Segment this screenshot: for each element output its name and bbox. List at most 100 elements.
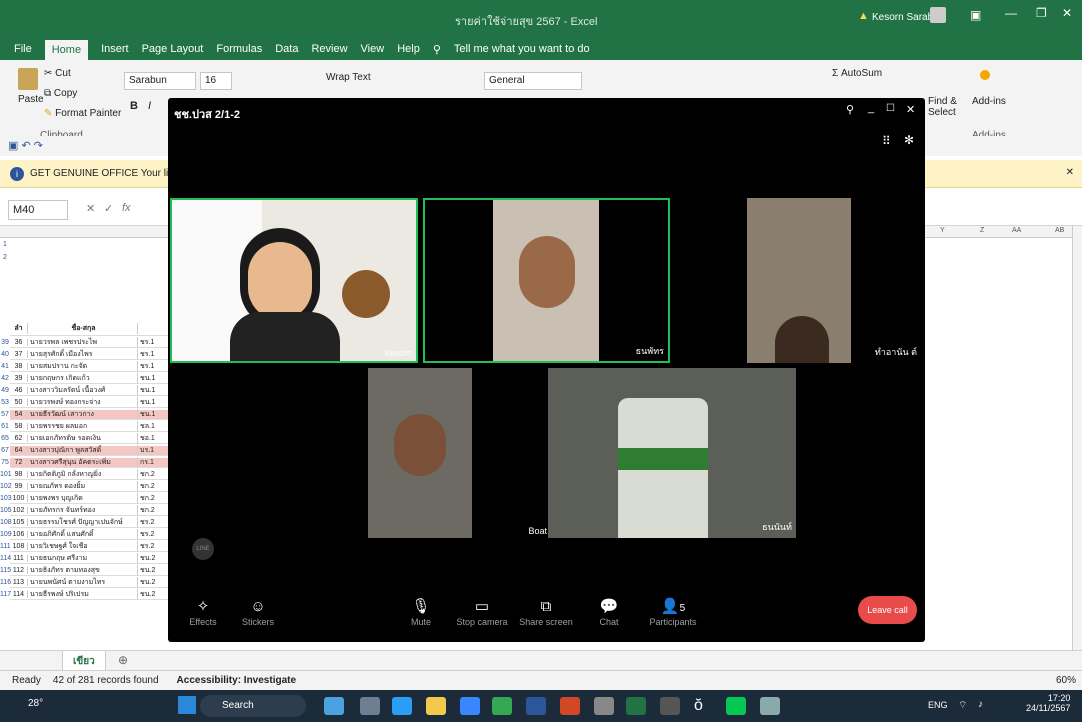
name-box[interactable]: M40 — [8, 200, 68, 220]
line-icon[interactable] — [726, 697, 746, 715]
cell-name[interactable]: นายอภิศักดิ์ แสนศักดิ์ — [28, 529, 138, 540]
table-row[interactable]: 105 นายธรรมโชรศ์ ปัญญาเปนจักษ์ ชร.2 — [10, 517, 168, 528]
excel-icon[interactable] — [626, 697, 646, 715]
table-row[interactable]: 98 นายกิตติภูมิ กลั่งหาญยิ่ง ชก.2 — [10, 469, 168, 480]
edge-icon[interactable] — [392, 697, 412, 715]
table-row[interactable]: 54 นายธีรวัฒน์ เสาวกาง ชน.1 — [10, 409, 168, 420]
cell-code[interactable]: ชน.2 — [138, 589, 166, 600]
bold-button[interactable]: B — [130, 100, 138, 112]
cell-code[interactable]: ชร.2 — [138, 529, 166, 540]
app-icon[interactable] — [660, 697, 680, 715]
close-icon[interactable]: ✕ — [906, 103, 915, 116]
cell-no[interactable]: 102 — [10, 507, 28, 514]
leave-call-button[interactable]: Leave call — [858, 596, 917, 624]
taskview-icon[interactable] — [360, 697, 380, 715]
video-tile-participant-3[interactable]: ทำอานัน ต์ — [675, 198, 923, 363]
table-row[interactable]: 72 นางสาวศรีสุนุน อัคตระเพิ่ม กร.1 — [10, 457, 168, 468]
maximize-icon[interactable]: ☐ — [886, 103, 895, 114]
minimize-icon[interactable]: — — [1005, 6, 1017, 20]
tell-me-search[interactable]: Tell me what you want to do — [454, 43, 590, 55]
cancel-entry-icon[interactable]: ✕ — [86, 202, 95, 215]
save-icon[interactable]: ▣ — [8, 140, 18, 152]
cell-no[interactable]: 108 — [10, 543, 28, 550]
table-row[interactable]: 64 นางสาวปุณิกา พูลสวัสดิ์ บร.1 — [10, 445, 168, 456]
cell-no[interactable]: 114 — [10, 591, 28, 598]
cell-no[interactable]: 111 — [10, 555, 28, 562]
taskbar-search[interactable]: Search — [200, 695, 306, 717]
stickers-button[interactable]: ☺ Stickers — [223, 597, 293, 627]
cell-code[interactable]: ชน.2 — [138, 577, 166, 588]
table-row[interactable]: 102 นายภัทรกร จันทร์ทอง ชก.2 — [10, 505, 168, 516]
cell-code[interactable]: ชน.1 — [138, 385, 166, 396]
cell-name[interactable]: นายสุรศักดิ์ เมืองไพร — [28, 349, 138, 360]
cell-name[interactable]: นางสาววิมลรัตน์ เนื้อวงศ์ — [28, 385, 138, 396]
weather[interactable]: 28° — [28, 698, 43, 709]
cell-code[interactable]: กร.1 — [138, 457, 166, 468]
cell-name[interactable]: นายธรรมโชรศ์ ปัญญาเปนจักษ์ — [28, 517, 138, 528]
tab-home[interactable]: Home — [44, 40, 89, 60]
cell-code[interactable]: ชน.1 — [138, 397, 166, 408]
cell-no[interactable]: 54 — [10, 411, 28, 418]
cell-code[interactable]: ชร.1 — [138, 337, 166, 348]
tab-view[interactable]: View — [361, 43, 385, 55]
paste-icon[interactable] — [18, 68, 38, 90]
cell-name[interactable]: นายสมปราน กะจัด — [28, 361, 138, 372]
cell-no[interactable]: 72 — [10, 459, 28, 466]
video-tile-kesorn[interactable]: kesorn — [170, 198, 418, 363]
cell-no[interactable]: 46 — [10, 387, 28, 394]
format-painter-button[interactable]: ✎ Format Painter — [44, 108, 121, 119]
participants-button[interactable]: 👤5 Participants — [638, 597, 708, 627]
row-header[interactable]: 114 — [0, 555, 11, 562]
cell-name[interactable]: นายนพนัศน์ ตามงามไทร — [28, 577, 138, 588]
ribbon-display-icon[interactable]: ▣ — [970, 8, 981, 22]
cell-code[interactable]: ชร.2 — [138, 541, 166, 552]
table-row[interactable]: 100 นายพงพร บุญเกิด ชก.2 — [10, 493, 168, 504]
powerpoint-icon[interactable] — [560, 697, 580, 715]
row-header[interactable]: 105 — [0, 507, 12, 514]
table-row[interactable]: 50 นายวรพงษ์ ทองกระจ่าง ชน.1 — [10, 397, 168, 408]
language-indicator[interactable]: ENG — [928, 700, 948, 710]
pin-icon[interactable]: ⚲ — [846, 103, 854, 116]
row-header[interactable]: 53 — [0, 399, 10, 406]
row-header[interactable]: 117 — [0, 591, 11, 598]
cell-code[interactable]: ชร.1 — [138, 349, 166, 360]
row-header[interactable]: 49 — [0, 387, 10, 394]
widgets-icon[interactable] — [324, 697, 344, 715]
addins-button[interactable]: Add-ins — [972, 96, 1006, 107]
cell-name[interactable]: นายณภัทร ดองยิ้ม — [28, 481, 138, 492]
video-tile-participant-5[interactable]: ธนนันท์ — [548, 368, 796, 538]
row-header[interactable]: 111 — [0, 543, 11, 550]
clock[interactable]: 17:20 24/11/2567 — [1026, 693, 1070, 713]
table-row[interactable]: 37 นายสุรศักดิ์ เมืองไพร ชร.1 — [10, 349, 168, 360]
cell-no[interactable]: 99 — [10, 483, 28, 490]
wrap-text-button[interactable]: Wrap Text — [326, 72, 371, 83]
cell-no[interactable]: 37 — [10, 351, 28, 358]
row-header[interactable]: 103 — [0, 495, 12, 502]
cell-name[interactable]: นายพรรชย ผลมอก — [28, 421, 138, 432]
addins-icon[interactable] — [980, 70, 990, 80]
row-header[interactable]: 57 — [0, 411, 10, 418]
stop-camera-button[interactable]: ▭ Stop camera — [447, 597, 517, 627]
cell-name[interactable]: นายกฤษกร เกิดแก้ว — [28, 373, 138, 384]
undo-icon[interactable]: ↶ — [21, 140, 30, 152]
cell-name[interactable]: นายเอกภัทรดิษ รอดเงิน — [28, 433, 138, 444]
cell-code[interactable]: ชอ.1 — [138, 433, 166, 444]
cut-button[interactable]: ✂ Cut — [44, 68, 71, 79]
cell-no[interactable]: 62 — [10, 435, 28, 442]
row-header[interactable]: 115 — [0, 567, 11, 574]
confirm-entry-icon[interactable]: ✓ — [104, 202, 113, 215]
row-header[interactable]: 67 — [0, 447, 10, 454]
tab-page-layout[interactable]: Page Layout — [142, 43, 204, 55]
tab-file[interactable]: File — [14, 43, 32, 55]
cell-code[interactable]: ชก.2 — [138, 469, 166, 480]
tab-formulas[interactable]: Formulas — [216, 43, 262, 55]
cell-code[interactable]: ชน.2 — [138, 565, 166, 576]
row-header[interactable]: 102 — [0, 483, 12, 490]
video-tile-participant-2[interactable]: ธนพัทร — [423, 198, 670, 363]
close-icon[interactable]: ✕ — [1062, 6, 1072, 20]
row-header[interactable]: 109 — [0, 531, 12, 538]
copy-button[interactable]: ⧉ Copy — [44, 88, 77, 99]
cell-name[interactable]: นายภัทรกร จันทร์ทอง — [28, 505, 138, 516]
table-row[interactable]: 38 นายสมปราน กะจัด ชร.1 — [10, 361, 168, 372]
cell-no[interactable]: 106 — [10, 531, 28, 538]
